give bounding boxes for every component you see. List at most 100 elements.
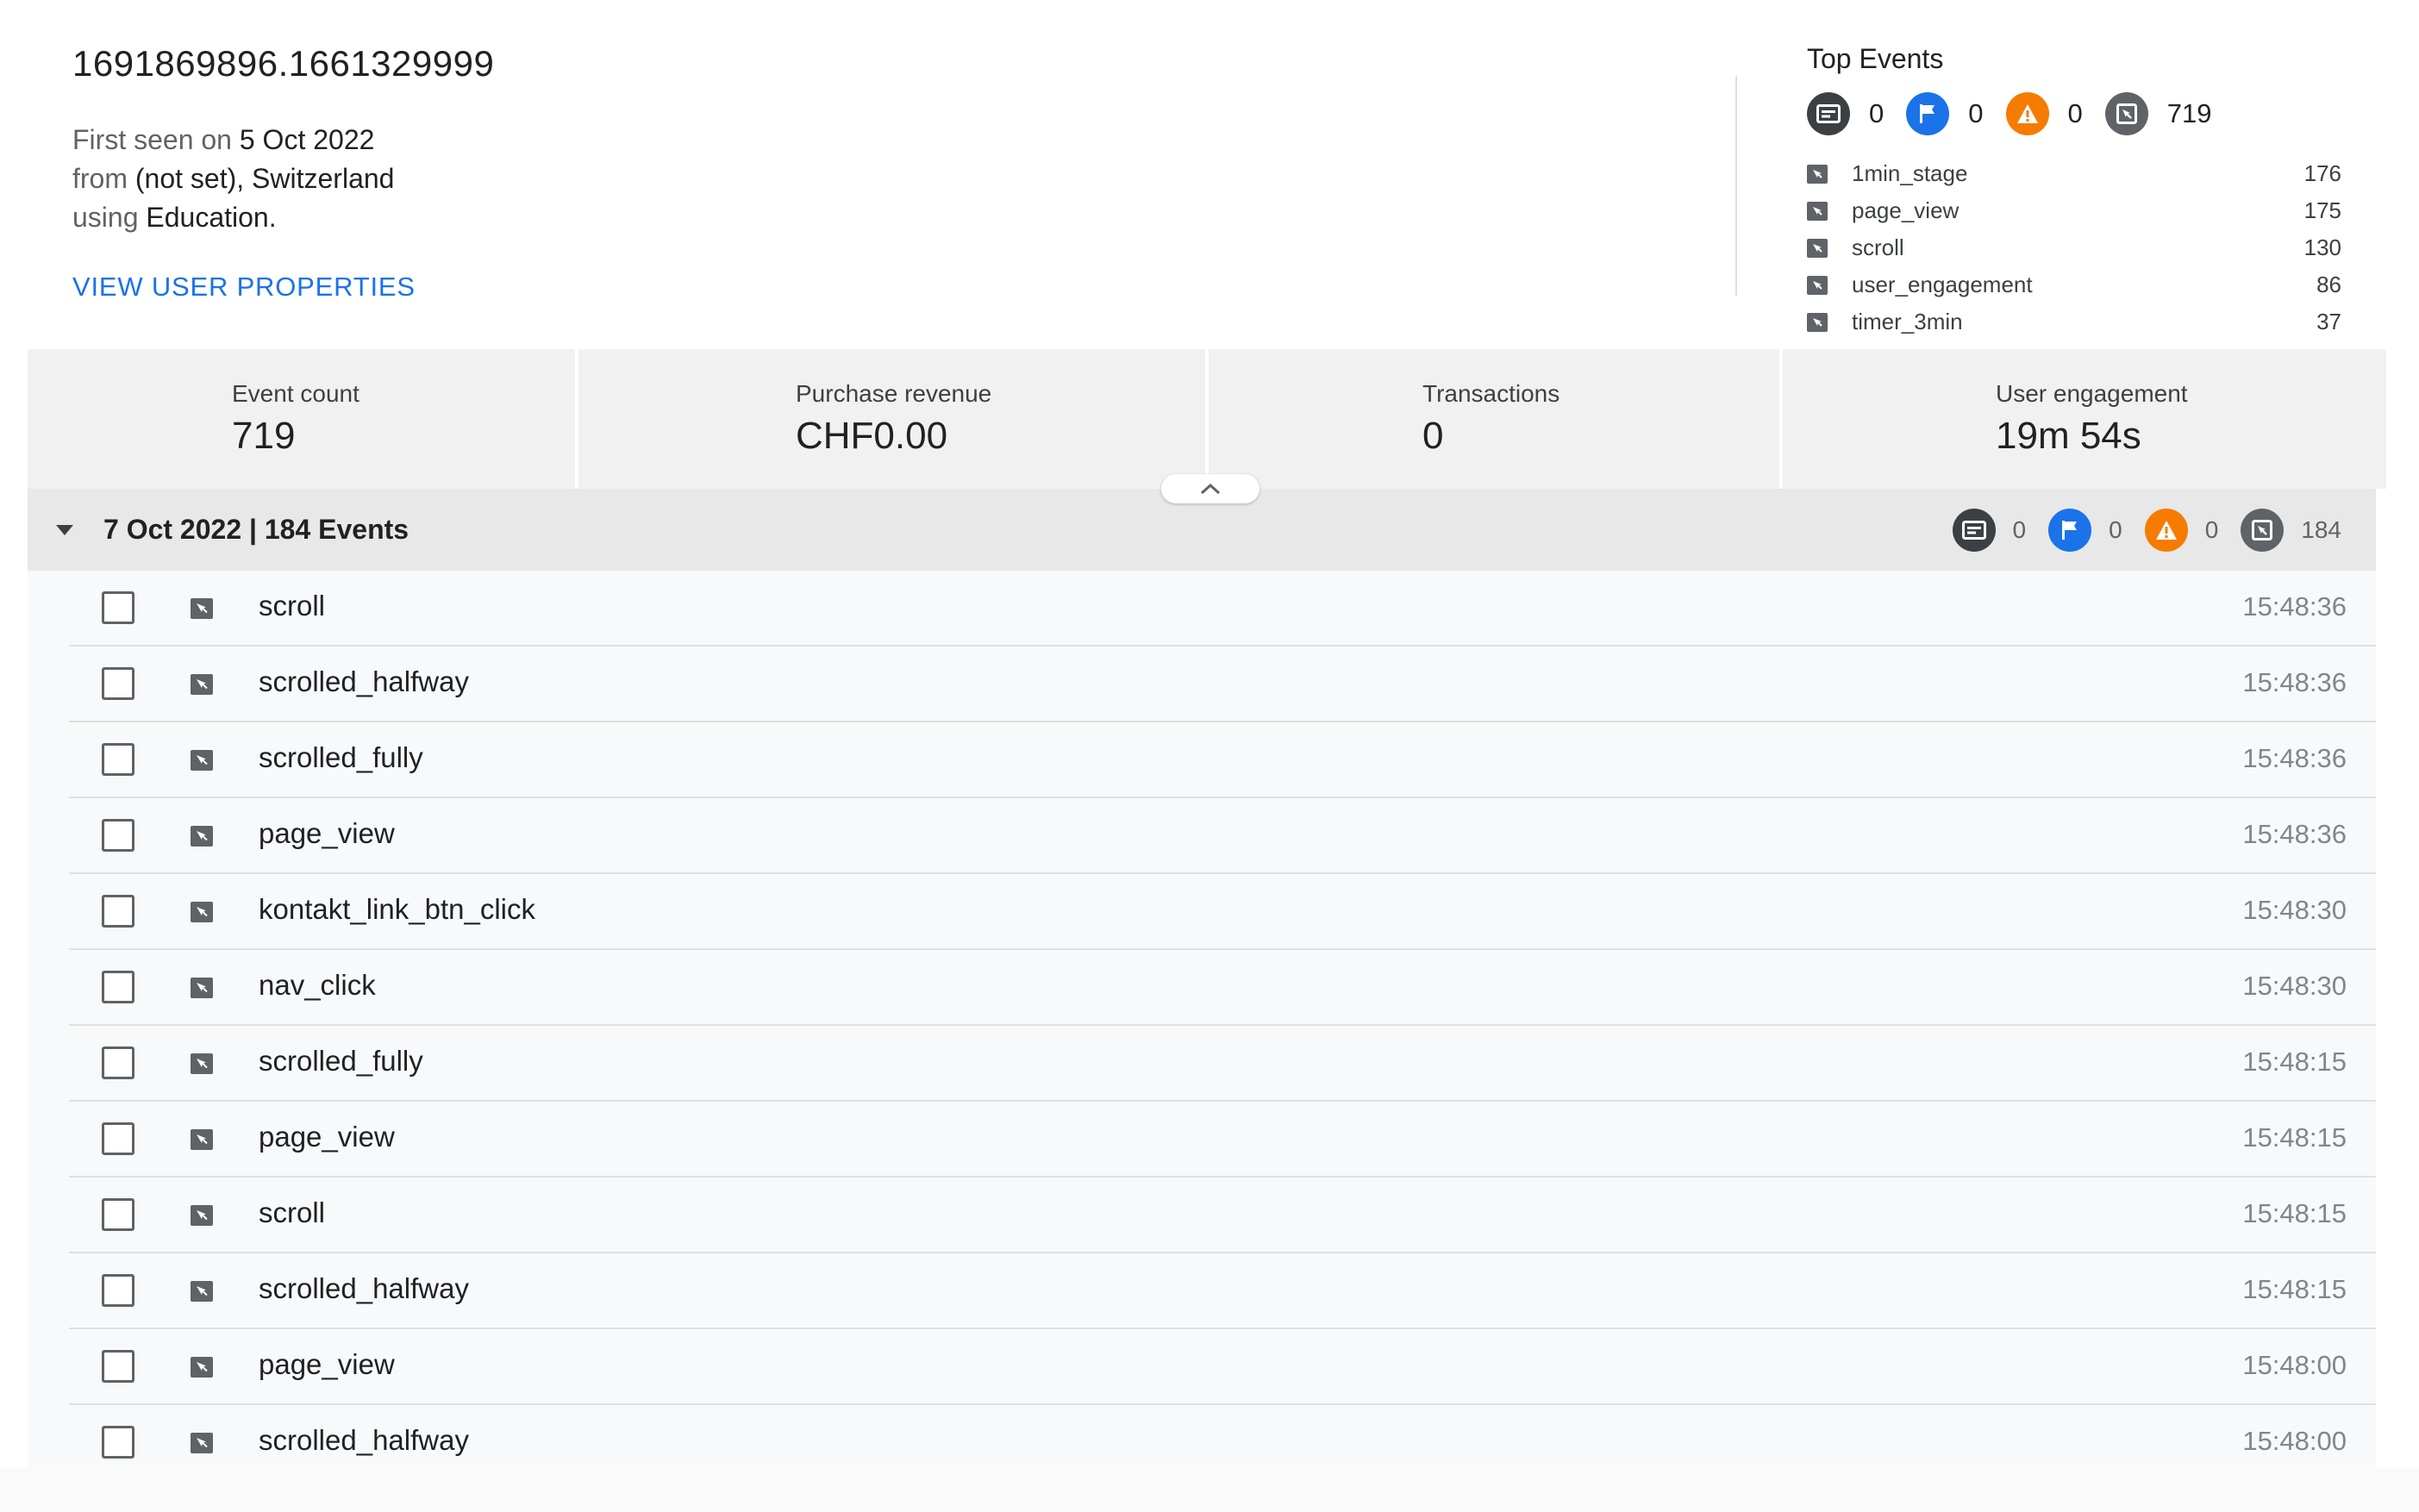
event-checkbox[interactable] [102, 971, 134, 1003]
top-event-name: scroll [1852, 234, 1904, 260]
caret-down-icon [56, 524, 73, 535]
event-icon [191, 1357, 213, 1378]
event-list: scroll 15:48:36 scrolled_halfway 15:48:36 sc… [28, 571, 2376, 1481]
event-checkbox[interactable] [102, 895, 134, 928]
event-checkbox[interactable] [102, 667, 134, 700]
event-time: 15:48:36 [2242, 819, 2347, 849]
event-name[interactable]: scrolled_halfway [259, 665, 469, 698]
event-name[interactable]: scrolled_halfway [259, 1272, 469, 1305]
event-count: 184 [2301, 515, 2341, 543]
event-time: 15:48:15 [2242, 1274, 2347, 1304]
top-event-row[interactable]: scroll 130 [1807, 229, 2341, 266]
event-icon [191, 1129, 213, 1150]
metric-label: Event count [232, 380, 359, 407]
event-name[interactable]: page_view [259, 1348, 395, 1381]
metric-label: Transactions [1422, 380, 1560, 407]
metric-purchase-revenue: Purchase revenue CHF0.00 [575, 349, 1205, 489]
top-events-counters: 0 0 0 719 [1807, 91, 2341, 136]
event-checkbox[interactable] [102, 743, 134, 776]
event-name[interactable]: scroll [259, 1196, 325, 1229]
user-id: 1691869896.1661329999 [72, 43, 495, 84]
top-event-name: 1min_stage [1852, 160, 1968, 186]
event-time: 15:48:00 [2242, 1350, 2347, 1380]
event-checkbox[interactable] [102, 1274, 134, 1307]
event-checkbox[interactable] [102, 819, 134, 852]
top-event-row[interactable]: timer_3min 37 [1807, 303, 2341, 341]
event-row[interactable]: scrolled_fully 15:48:15 [69, 1026, 2376, 1102]
event-checkbox[interactable] [102, 591, 134, 624]
top-event-count: 176 [2303, 160, 2341, 186]
event-row[interactable]: page_view 15:48:00 [69, 1329, 2376, 1405]
event-name[interactable]: scrolled_fully [259, 1045, 423, 1078]
event-name[interactable]: page_view [259, 1121, 395, 1153]
user-location: (not set), Switzerland [134, 163, 395, 194]
top-event-name: timer_3min [1852, 309, 1963, 334]
top-event-row[interactable]: 1min_stage 176 [1807, 155, 2341, 192]
event-checkbox[interactable] [102, 1047, 134, 1079]
warning-icon [2144, 508, 2188, 552]
event-row[interactable]: scrolled_halfway 15:48:36 [69, 647, 2376, 722]
event-time: 15:48:36 [2242, 667, 2347, 697]
conversion-counter: 0 [1906, 92, 1984, 135]
event-name[interactable]: page_view [259, 817, 395, 850]
event-icon [2241, 508, 2285, 552]
metric-value: 719 [232, 415, 296, 457]
event-icon [2104, 92, 2148, 135]
user-category: Education [146, 202, 269, 233]
top-event-count: 175 [2303, 197, 2341, 223]
metric-user-engagement: User engagement 19m 54s [1779, 349, 2386, 489]
location-prefix: from [72, 163, 128, 194]
event-time: 15:48:36 [2242, 591, 2347, 622]
event-row[interactable]: nav_click 15:48:30 [69, 950, 2376, 1026]
event-name[interactable]: kontakt_link_btn_click [259, 893, 535, 926]
event-counter: 719 [2104, 92, 2212, 135]
top-event-row[interactable]: page_view 175 [1807, 192, 2341, 229]
screen-view-counter: 0 [1807, 92, 1884, 135]
event-row[interactable]: scrolled_halfway 15:48:15 [69, 1253, 2376, 1329]
top-event-row[interactable]: user_engagement 86 [1807, 266, 2341, 303]
top-event-count: 86 [2316, 272, 2341, 297]
event-row[interactable]: page_view 15:48:15 [69, 1102, 2376, 1178]
metric-event-count: Event count 719 [28, 349, 575, 489]
event-icon [1807, 312, 1828, 332]
top-event-count: 130 [2303, 234, 2341, 260]
metric-value: CHF0.00 [796, 415, 948, 457]
category-prefix: using [72, 202, 139, 233]
chevron-up-icon [1200, 483, 1221, 495]
vertical-divider [1735, 76, 1737, 296]
event-checkbox[interactable] [102, 1198, 134, 1231]
event-icon [1807, 201, 1828, 221]
event-checkbox[interactable] [102, 1122, 134, 1155]
conversion-count: 0 [1968, 98, 1984, 128]
event-name[interactable]: scrolled_fully [259, 741, 423, 774]
day-collapse-toggle[interactable] [41, 507, 88, 553]
warning-icon [2005, 92, 2049, 135]
metric-value: 19m 54s [1996, 415, 2141, 457]
metric-label: User engagement [1996, 380, 2188, 407]
conversion-counter: 0 [2048, 508, 2122, 552]
top-events-list: 1min_stage 176 page_view 175 scroll 130 … [1807, 155, 2341, 341]
event-icon [191, 826, 213, 847]
event-count: 719 [2166, 98, 2212, 128]
event-checkbox[interactable] [102, 1426, 134, 1459]
event-icon [191, 1433, 213, 1453]
collapse-metrics-button[interactable] [1161, 474, 1260, 503]
event-name[interactable]: nav_click [259, 969, 376, 1002]
screen-view-count: 0 [1869, 98, 1885, 128]
event-checkbox[interactable] [102, 1350, 134, 1383]
view-user-properties-link[interactable]: VIEW USER PROPERTIES [72, 272, 416, 303]
error-counter: 0 [2005, 92, 2083, 135]
event-name[interactable]: scrolled_halfway [259, 1424, 469, 1457]
event-row[interactable]: page_view 15:48:36 [69, 798, 2376, 874]
event-time: 15:48:15 [2242, 1122, 2347, 1153]
event-name[interactable]: scroll [259, 590, 325, 622]
category-line: using Education. [72, 202, 277, 233]
event-row[interactable]: scroll 15:48:15 [69, 1178, 2376, 1253]
event-row[interactable]: kontakt_link_btn_click 15:48:30 [69, 874, 2376, 950]
metric-label: Purchase revenue [796, 380, 992, 407]
event-row[interactable]: scrolled_fully 15:48:36 [69, 722, 2376, 798]
top-event-count: 37 [2316, 309, 2341, 334]
user-meta: First seen on 5 Oct 2022 from (not set),… [72, 121, 934, 237]
event-row[interactable]: scroll 15:48:36 [69, 571, 2376, 647]
event-icon [191, 1205, 213, 1226]
